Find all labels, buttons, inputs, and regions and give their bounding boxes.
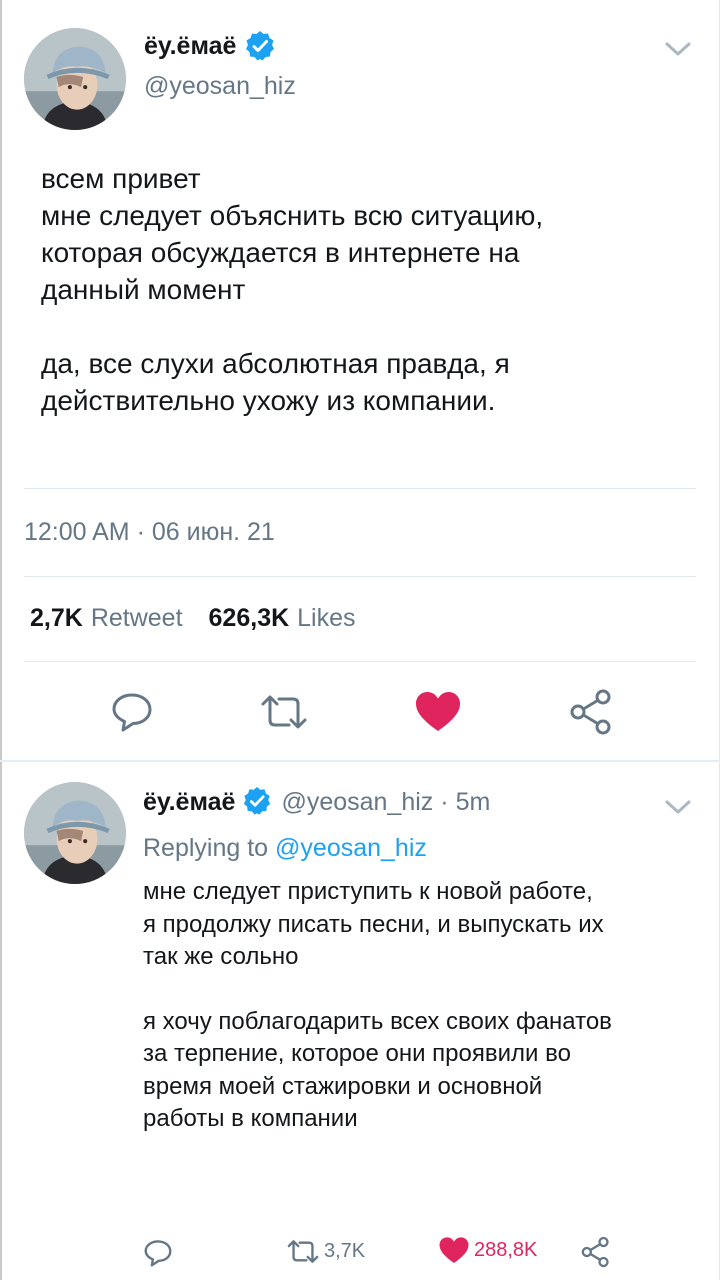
replying-to-handle[interactable]: @yeosan_hiz xyxy=(275,834,427,862)
reply-bubble-icon xyxy=(112,693,152,732)
chevron-down-icon[interactable] xyxy=(664,798,692,816)
heart-icon xyxy=(439,1237,469,1264)
divider xyxy=(24,661,696,662)
main-display-name[interactable]: ёу.ёмаё xyxy=(144,32,236,61)
retweet-label[interactable]: Retweet xyxy=(91,604,183,633)
main-tweet-paragraph-2: да, все слухи абсолютная правда, я дейст… xyxy=(41,348,510,416)
reply-button[interactable] xyxy=(110,690,154,734)
reply-tweet-paragraph-1: мне следует приступить к новой работе, я… xyxy=(143,878,604,970)
likes-count[interactable]: 626,3K xyxy=(209,604,290,633)
main-tweet-paragraph-1: всем привет мне следует объяснить всю си… xyxy=(41,163,544,305)
reply-header: ёу.ёмаё @yeosan_hiz · 5m xyxy=(143,786,490,818)
reply-like-button[interactable]: 288,8K xyxy=(438,1236,537,1265)
replying-to-line: Replying to @yeosan_hiz xyxy=(143,834,427,863)
tweet-separator xyxy=(0,760,720,762)
reply-handle[interactable]: @yeosan_hiz xyxy=(281,788,433,817)
chevron-down-icon[interactable] xyxy=(664,40,692,58)
likes-label[interactable]: Likes xyxy=(297,604,355,633)
share-icon xyxy=(581,1236,609,1268)
reply-share-button[interactable] xyxy=(580,1236,611,1268)
share-button[interactable] xyxy=(568,688,614,736)
retweet-button[interactable] xyxy=(259,692,309,732)
reply-avatar[interactable] xyxy=(24,782,126,884)
verified-badge-icon xyxy=(242,786,274,818)
retweet-icon xyxy=(261,695,307,729)
reply-display-name[interactable]: ёу.ёмаё xyxy=(143,788,235,817)
divider xyxy=(24,576,696,577)
heart-icon xyxy=(416,692,460,731)
reply-tweet-paragraph-2: я хочу поблагодарить всех своих фанатов … xyxy=(143,1007,612,1133)
reply-bubble-icon xyxy=(144,1240,172,1267)
reply-tweet-text: мне следует приступить к новой работе, я… xyxy=(143,876,703,1136)
avatar-image xyxy=(24,28,126,130)
engagement-stats: 2,7K Retweet 626,3K Likes xyxy=(30,604,356,633)
verified-badge-icon xyxy=(244,30,276,62)
like-button[interactable] xyxy=(414,690,462,734)
reply-retweet-count: 3,7K xyxy=(324,1240,366,1262)
reply-time[interactable]: 5m xyxy=(456,788,491,817)
replying-to-label: Replying to xyxy=(143,834,269,862)
main-display-name-row[interactable]: ёу.ёмаё xyxy=(144,30,276,62)
retweet-count[interactable]: 2,7K xyxy=(30,604,83,633)
tweet-timestamp[interactable]: 12:00 AM · 06 июн. 21 xyxy=(24,518,275,547)
reply-retweet-button[interactable]: 3,7K xyxy=(286,1238,365,1265)
main-handle[interactable]: @yeosan_hiz xyxy=(144,72,296,101)
main-avatar[interactable] xyxy=(24,28,126,130)
header-separator: · xyxy=(440,787,449,816)
main-tweet-text: всем привет мне следует объяснить всю си… xyxy=(41,160,681,419)
reply-reply-button[interactable] xyxy=(143,1238,173,1268)
retweet-icon xyxy=(287,1240,319,1263)
share-icon xyxy=(570,689,611,735)
reply-like-count: 288,8K xyxy=(474,1239,538,1261)
divider xyxy=(24,488,696,489)
avatar-image xyxy=(24,782,126,884)
